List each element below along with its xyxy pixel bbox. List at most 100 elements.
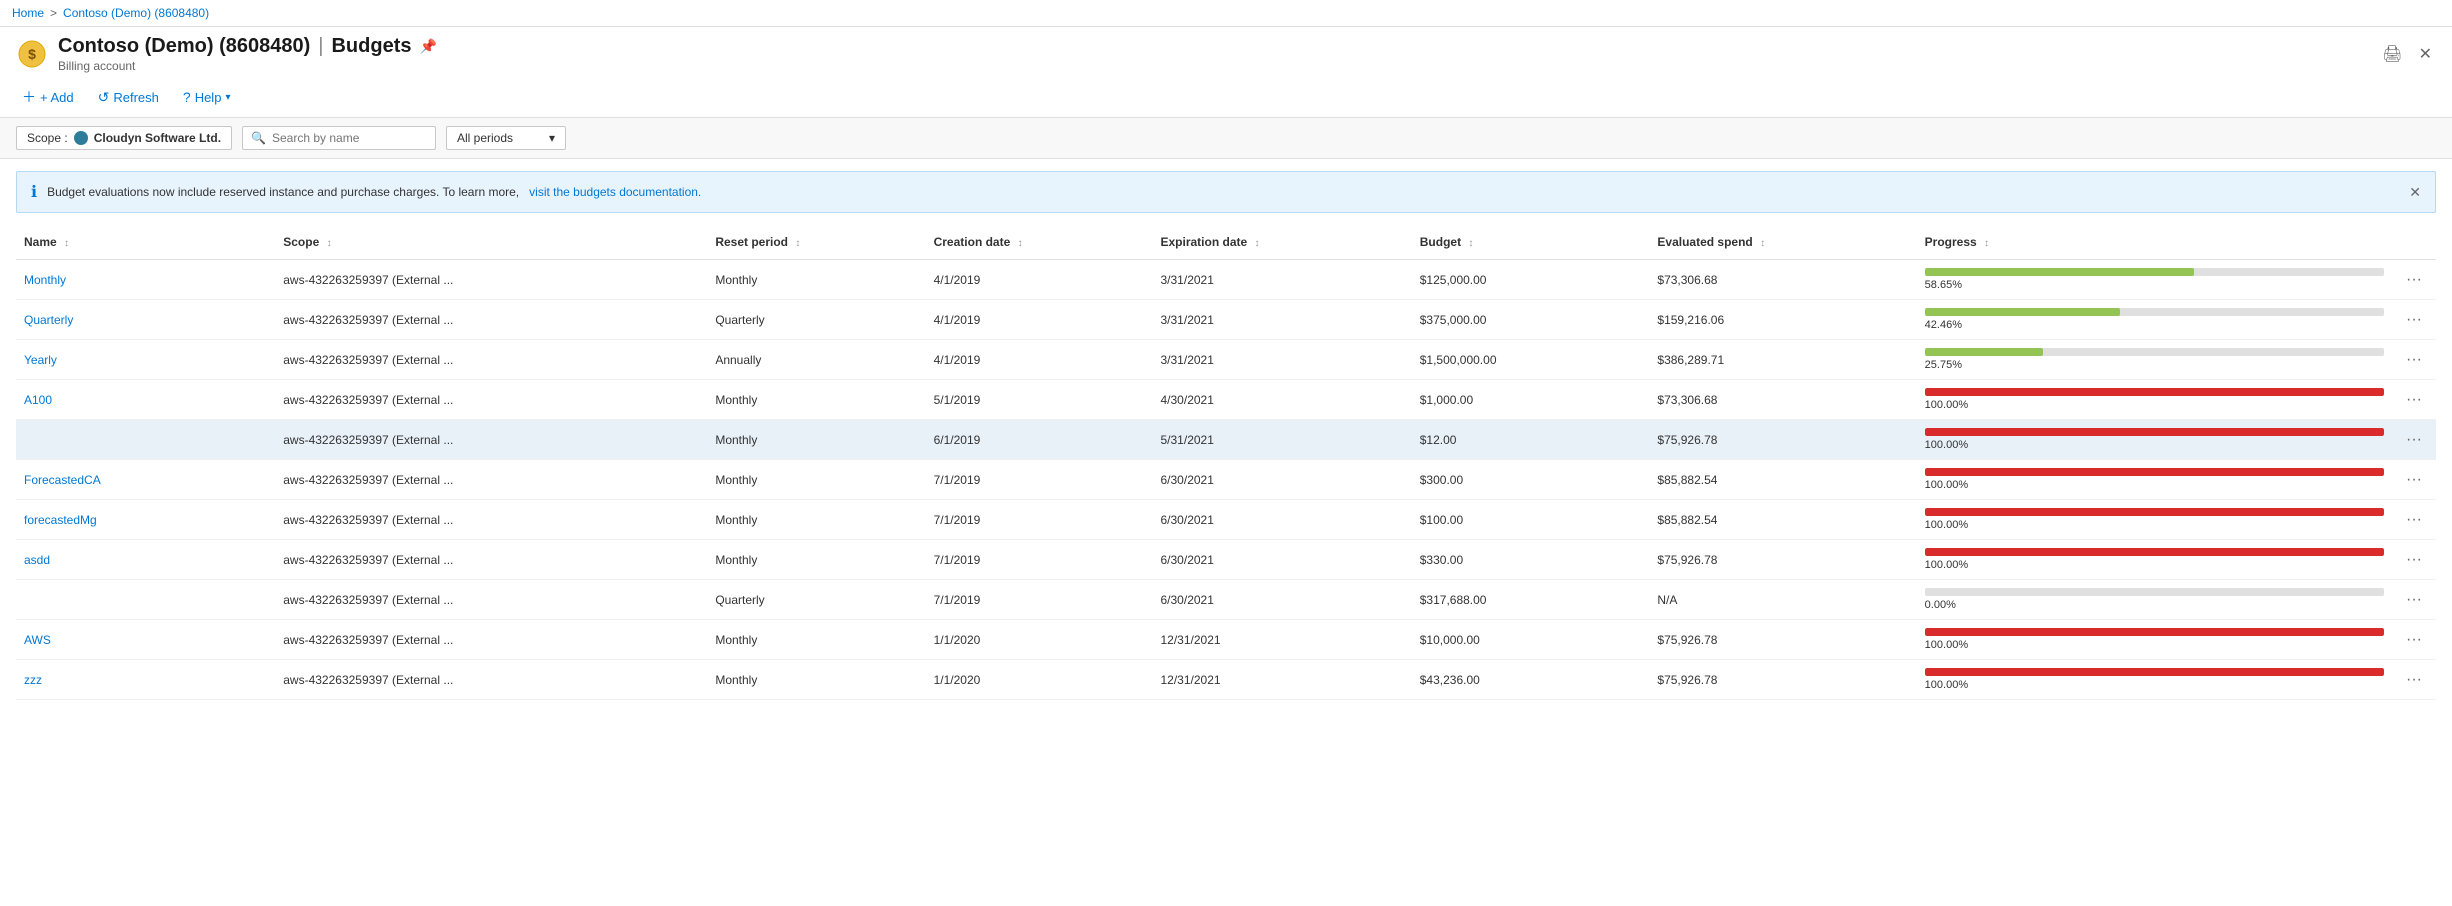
- table-row[interactable]: ForecastedCA aws-432263259397 (External …: [16, 460, 2436, 500]
- period-dropdown[interactable]: All periods ▾: [446, 126, 566, 150]
- cell-evaluated: $75,926.78: [1649, 660, 1916, 700]
- budgets-table: Name ↕ Scope ↕ Reset period ↕ Creation d…: [16, 225, 2436, 700]
- progress-bar-bg: [1925, 348, 2384, 356]
- print-button[interactable]: 🖨: [2378, 40, 2406, 68]
- close-button[interactable]: ✕: [2415, 40, 2436, 68]
- row-name-link[interactable]: ForecastedCA: [24, 473, 101, 487]
- progress-bar-bg: [1925, 468, 2384, 476]
- sort-expiry-icon[interactable]: ↕: [1255, 238, 1260, 249]
- row-actions-button[interactable]: ···: [2400, 389, 2428, 411]
- page-icon: $: [16, 38, 48, 70]
- help-chevron-icon: ▾: [225, 92, 230, 103]
- table-row[interactable]: Yearly aws-432263259397 (External ... An…: [16, 340, 2436, 380]
- row-actions-button[interactable]: ···: [2400, 589, 2428, 611]
- sort-name-icon[interactable]: ↕: [64, 238, 69, 249]
- help-label: Help: [195, 90, 222, 105]
- cell-budget: $300.00: [1412, 460, 1650, 500]
- progress-bar-bg: [1925, 428, 2384, 436]
- filter-bar: Scope : Cloudyn Software Ltd. 🔍 All peri…: [0, 117, 2452, 159]
- refresh-label: Refresh: [113, 90, 159, 105]
- cell-evaluated: $386,289.71: [1649, 340, 1916, 380]
- cell-progress: 100.00%: [1917, 380, 2392, 420]
- breadcrumb-home[interactable]: Home: [12, 6, 44, 20]
- progress-bar-fill: [1925, 548, 2384, 556]
- help-button[interactable]: ? Help ▾: [177, 85, 237, 109]
- row-actions-button[interactable]: ···: [2400, 349, 2428, 371]
- cell-evaluated: N/A: [1649, 580, 1916, 620]
- progress-bar-fill: [1925, 388, 2384, 396]
- banner-close-button[interactable]: ✕: [2409, 184, 2421, 201]
- row-name-link[interactable]: Quarterly: [24, 313, 73, 327]
- breadcrumb-current[interactable]: Contoso (Demo) (8608480): [63, 6, 209, 20]
- cell-creation: 7/1/2019: [926, 460, 1153, 500]
- row-name-link[interactable]: AWS: [24, 633, 51, 647]
- row-name-link[interactable]: forecastedMg: [24, 513, 97, 527]
- cell-reset: Quarterly: [707, 580, 925, 620]
- row-name-link[interactable]: Monthly: [24, 273, 66, 287]
- sort-reset-icon[interactable]: ↕: [795, 238, 800, 249]
- row-actions-button[interactable]: ···: [2400, 269, 2428, 291]
- sort-scope-icon[interactable]: ↕: [327, 238, 332, 249]
- cell-scope: aws-432263259397 (External ...: [275, 340, 707, 380]
- table-row[interactable]: AWS aws-432263259397 (External ... Month…: [16, 620, 2436, 660]
- progress-label: 100.00%: [1925, 679, 2384, 691]
- toolbar: ＋ + Add ↺ Refresh ? Help ▾: [0, 77, 2452, 117]
- info-text: Budget evaluations now include reserved …: [47, 185, 519, 199]
- cell-scope: aws-432263259397 (External ...: [275, 420, 707, 460]
- row-actions-button[interactable]: ···: [2400, 549, 2428, 571]
- progress-bar-bg: [1925, 268, 2384, 276]
- table-row[interactable]: Monthly aws-432263259397 (External ... M…: [16, 260, 2436, 300]
- cell-name: [16, 420, 275, 460]
- row-name-link[interactable]: asdd: [24, 553, 50, 567]
- cell-expiry: 3/31/2021: [1153, 260, 1412, 300]
- progress-label: 100.00%: [1925, 519, 2384, 531]
- scope-value[interactable]: Cloudyn Software Ltd.: [94, 131, 221, 145]
- search-input[interactable]: [272, 131, 427, 145]
- row-name-link[interactable]: A100: [24, 393, 52, 407]
- row-name-link[interactable]: Yearly: [24, 353, 57, 367]
- info-link[interactable]: visit the budgets documentation.: [529, 185, 701, 199]
- cell-expiry: 5/31/2021: [1153, 420, 1412, 460]
- table-row[interactable]: asdd aws-432263259397 (External ... Mont…: [16, 540, 2436, 580]
- table-container: Name ↕ Scope ↕ Reset period ↕ Creation d…: [0, 225, 2452, 700]
- cell-actions: ···: [2392, 340, 2436, 380]
- row-actions-button[interactable]: ···: [2400, 309, 2428, 331]
- cell-reset: Monthly: [707, 260, 925, 300]
- table-row[interactable]: zzz aws-432263259397 (External ... Month…: [16, 660, 2436, 700]
- progress-bar-bg: [1925, 508, 2384, 516]
- progress-label: 100.00%: [1925, 399, 2384, 411]
- page-title-block: Contoso (Demo) (8608480) | Budgets 📌 Bil…: [58, 35, 2368, 73]
- cell-name: asdd: [16, 540, 275, 580]
- cell-actions: ···: [2392, 540, 2436, 580]
- table-row[interactable]: Quarterly aws-432263259397 (External ...…: [16, 300, 2436, 340]
- sort-evaluated-icon[interactable]: ↕: [1760, 238, 1765, 249]
- row-actions-button[interactable]: ···: [2400, 469, 2428, 491]
- cell-budget: $1,500,000.00: [1412, 340, 1650, 380]
- sort-creation-icon[interactable]: ↕: [1018, 238, 1023, 249]
- row-actions-button[interactable]: ···: [2400, 629, 2428, 651]
- cell-creation: 1/1/2020: [926, 620, 1153, 660]
- pin-icon[interactable]: 📌: [419, 38, 436, 55]
- table-row[interactable]: A100 aws-432263259397 (External ... Mont…: [16, 380, 2436, 420]
- add-button[interactable]: ＋ + Add: [16, 83, 80, 111]
- cell-budget: $125,000.00: [1412, 260, 1650, 300]
- row-name-link[interactable]: zzz: [24, 673, 42, 687]
- sort-budget-icon[interactable]: ↕: [1468, 238, 1473, 249]
- search-box[interactable]: 🔍: [242, 126, 436, 150]
- cell-actions: ···: [2392, 420, 2436, 460]
- table-row[interactable]: forecastedMg aws-432263259397 (External …: [16, 500, 2436, 540]
- cell-expiry: 3/31/2021: [1153, 340, 1412, 380]
- cell-name: Yearly: [16, 340, 275, 380]
- col-header-name: Name ↕: [16, 225, 275, 260]
- row-actions-button[interactable]: ···: [2400, 429, 2428, 451]
- row-actions-button[interactable]: ···: [2400, 669, 2428, 691]
- row-actions-button[interactable]: ···: [2400, 509, 2428, 531]
- table-row[interactable]: aws-432263259397 (External ... Monthly 6…: [16, 420, 2436, 460]
- page-section-text: Budgets: [331, 35, 411, 58]
- cell-progress: 100.00%: [1917, 420, 2392, 460]
- refresh-button[interactable]: ↺ Refresh: [92, 85, 165, 110]
- cell-evaluated: $75,926.78: [1649, 540, 1916, 580]
- cell-evaluated: $159,216.06: [1649, 300, 1916, 340]
- sort-progress-icon[interactable]: ↕: [1984, 238, 1989, 249]
- table-row[interactable]: aws-432263259397 (External ... Quarterly…: [16, 580, 2436, 620]
